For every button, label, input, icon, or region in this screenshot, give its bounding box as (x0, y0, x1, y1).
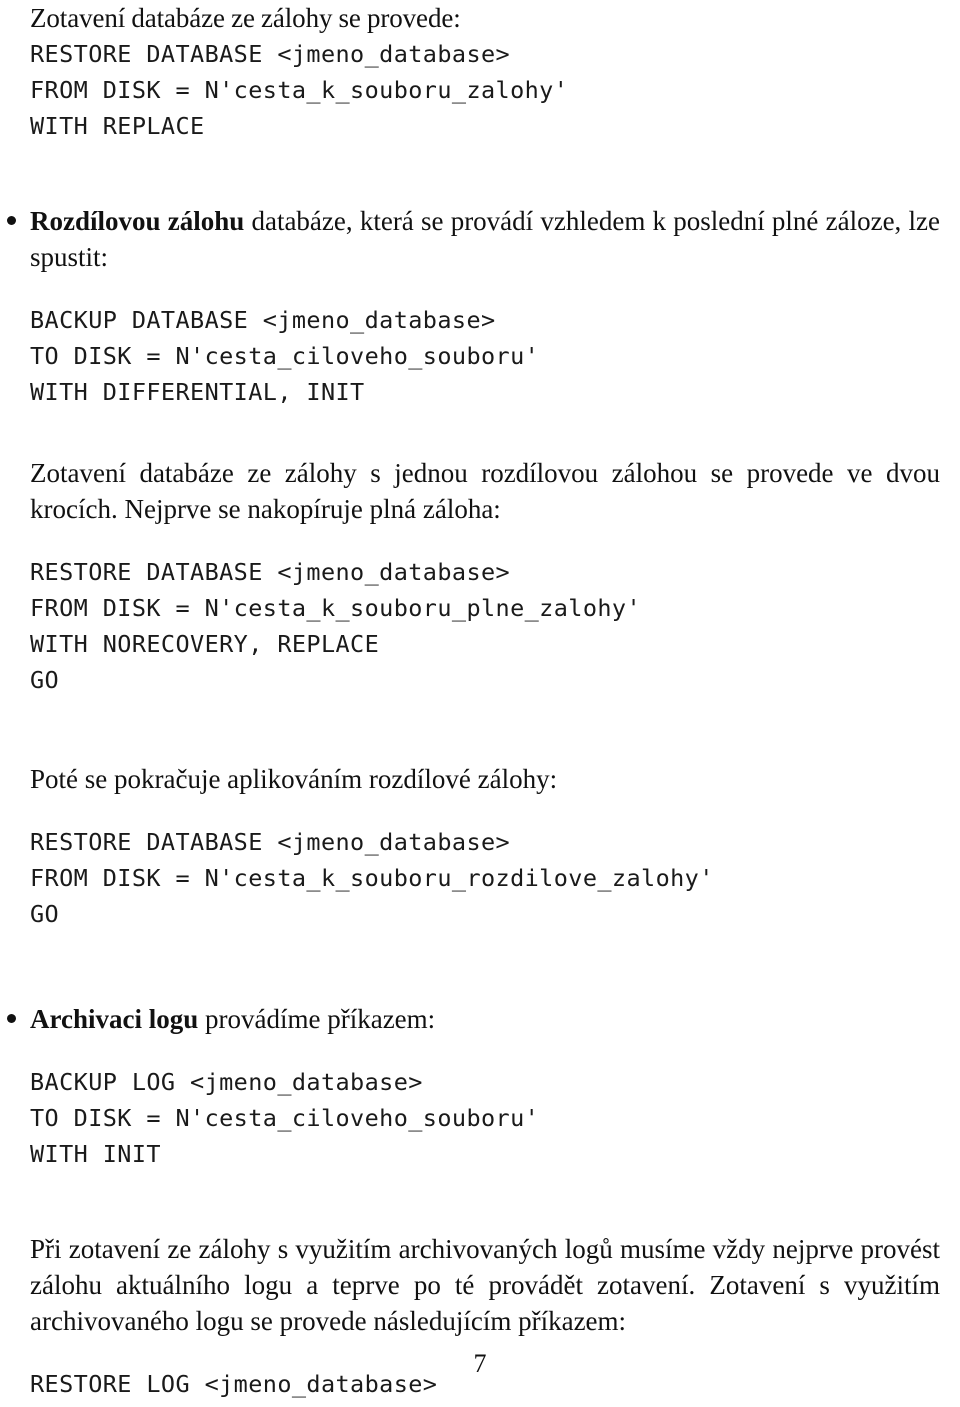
intro-code-line-1: RESTORE DATABASE <jmeno_database> (30, 40, 511, 68)
list-item-paragraph: Archivaci logu provádíme příkazem: (30, 1001, 960, 1037)
list-item-term: Rozdílovou zálohu (30, 206, 245, 236)
differential-backup-code-line-2: TO DISK = N'cesta_ciloveho_souboru' (30, 342, 540, 370)
differential-apply-code-line-1: RESTORE DATABASE <jmeno_database> (30, 828, 511, 856)
differential-apply-code-line-3: GO (30, 900, 60, 928)
page-content: Zotavení databáze ze zálohy se provede: … (0, 0, 960, 1407)
differential-apply-lead: Poté se pokračuje aplikováním rozdílové … (30, 764, 558, 794)
page-number: 7 (473, 1349, 487, 1378)
log-backup-code-line-3: WITH INIT (30, 1140, 161, 1168)
differential-restore-lead: Zotavení databáze ze zálohy s jednou roz… (30, 458, 940, 524)
differential-restore-code-line-3: WITH NORECOVERY, REPLACE (30, 630, 380, 658)
log-backup-code-line-1: BACKUP LOG <jmeno_database> (30, 1068, 423, 1096)
bullet-dot-icon (7, 1014, 16, 1023)
list-item-log-archive: Archivaci logu provádíme příkazem: BACKU… (0, 1001, 960, 1407)
list-item-paragraph: Rozdílovou zálohu databáze, která se pro… (30, 203, 960, 275)
differential-restore-code-line-2: FROM DISK = N'cesta_k_souboru_plne_zaloh… (30, 594, 642, 622)
list-item-differential-backup: Rozdílovou zálohu databáze, která se pro… (0, 203, 960, 932)
log-restore-lead: Při zotavení ze zálohy s využitím archiv… (30, 1234, 940, 1336)
list-item-rest: provádíme příkazem: (198, 1004, 436, 1034)
differential-restore-code-line-1: RESTORE DATABASE <jmeno_database> (30, 558, 511, 586)
log-restore-code-line-2: FROM DISK = N'cesta_k_souboru_archivovan… (30, 1402, 960, 1407)
bullet-dot-icon (7, 216, 16, 225)
differential-backup-code-line-1: BACKUP DATABASE <jmeno_database> (30, 306, 496, 334)
differential-apply-code-line-2: FROM DISK = N'cesta_k_souboru_rozdilove_… (30, 864, 714, 892)
intro-code-line-2: FROM DISK = N'cesta_k_souboru_zalohy' (30, 76, 569, 104)
differential-backup-code-line-3: WITH DIFFERENTIAL, INIT (30, 378, 365, 406)
intro-lead-text: Zotavení databáze ze zálohy se provede: (30, 3, 461, 33)
document-page: Zotavení databáze ze zálohy se provede: … (0, 0, 960, 1407)
list-item-term: Archivaci logu (30, 1004, 199, 1034)
differential-restore-code-line-4: GO (30, 666, 60, 694)
log-backup-code-line-2: TO DISK = N'cesta_ciloveho_souboru' (30, 1104, 540, 1132)
intro-code-line-3: WITH REPLACE (30, 112, 205, 140)
